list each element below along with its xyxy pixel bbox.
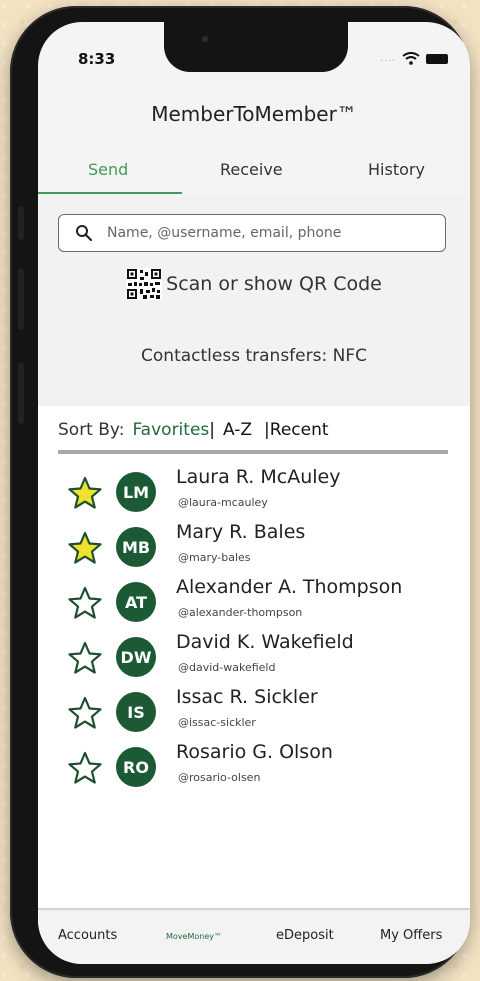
sort-recent[interactable]: Recent <box>270 420 329 440</box>
tab-bar: Send Receive History <box>38 150 470 196</box>
avatar: MB <box>116 527 156 567</box>
volume-down-button <box>18 362 24 424</box>
nav-my-offers[interactable]: My Offers <box>380 928 442 943</box>
contact-handle: @david-wakefield <box>178 661 276 674</box>
contact-name: Laura R. McAuley <box>176 466 341 488</box>
qr-code-icon <box>126 268 163 300</box>
sort-controls: Sort By: Favorites | A-Z | Recent <box>58 420 329 440</box>
camera <box>202 36 208 42</box>
favorite-star-icon[interactable] <box>68 531 102 565</box>
sort-az[interactable]: A-Z <box>223 420 252 440</box>
search-input[interactable] <box>105 224 429 242</box>
avatar: AT <box>116 582 156 622</box>
contact-row[interactable]: LM Laura R. McAuley @laura-mcauley <box>38 466 470 521</box>
contact-handle: @mary-bales <box>178 551 251 564</box>
contact-name: Rosario G. Olson <box>176 741 333 763</box>
app-title: MemberToMember™ <box>151 102 357 126</box>
avatar: RO <box>116 747 156 787</box>
status-indicators: .... <box>381 52 448 65</box>
tab-history[interactable]: History <box>368 160 425 179</box>
contact-row[interactable]: IS Issac R. Sickler @issac-sickler <box>38 686 470 741</box>
contact-name: David K. Wakefield <box>176 631 354 653</box>
contact-name: Alexander A. Thompson <box>176 576 403 598</box>
bottom-nav: Accounts MoveMoney™ eDeposit My Offers <box>38 908 470 964</box>
qr-code-label: Scan or show QR Code <box>166 273 382 295</box>
qr-code-button[interactable]: Scan or show QR Code <box>38 268 470 300</box>
phone-screen: 8:33 .... MemberToMember™ Send Receive H… <box>38 22 470 964</box>
sort-bar: Sort By: Favorites | A-Z | Recent <box>38 406 470 454</box>
status-time: 8:33 <box>78 50 116 68</box>
sort-by-label: Sort By: <box>58 420 125 440</box>
star-outline-icon[interactable] <box>68 641 102 675</box>
contact-row[interactable]: DW David K. Wakefield @david-wakefield <box>38 631 470 686</box>
nfc-button[interactable]: Contactless transfers: NFC <box>38 346 470 366</box>
star-outline-icon[interactable] <box>68 586 102 620</box>
nav-accounts[interactable]: Accounts <box>58 928 117 943</box>
sort-favorites[interactable]: Favorites <box>132 420 209 440</box>
active-tab-indicator <box>38 192 182 194</box>
contact-list: LM Laura R. McAuley @laura-mcauley MB Ma… <box>38 454 470 909</box>
avatar: LM <box>116 472 156 512</box>
avatar: DW <box>116 637 156 677</box>
contact-row[interactable]: MB Mary R. Bales @mary-bales <box>38 521 470 576</box>
contact-handle: @rosario-olsen <box>178 771 261 784</box>
signal-indicator: .... <box>380 53 396 64</box>
search-icon <box>76 225 93 242</box>
contact-handle: @alexander-thompson <box>178 606 303 619</box>
nav-edeposit[interactable]: eDeposit <box>276 928 334 943</box>
nav-movemoney[interactable]: MoveMoney™ <box>166 932 222 941</box>
wifi-icon <box>402 52 420 65</box>
send-options: Scan or show QR Code Contactless transfe… <box>38 196 470 406</box>
contact-handle: @issac-sickler <box>178 716 256 729</box>
battery-icon <box>426 53 448 64</box>
avatar: IS <box>116 692 156 732</box>
contact-row[interactable]: RO Rosario G. Olson @rosario-olsen <box>38 741 470 796</box>
search-box[interactable] <box>58 214 446 252</box>
contact-name: Issac R. Sickler <box>176 686 318 708</box>
star-outline-icon[interactable] <box>68 696 102 730</box>
mute-switch <box>18 206 24 240</box>
sort-separator: | <box>209 420 215 440</box>
star-outline-icon[interactable] <box>68 751 102 785</box>
volume-up-button <box>18 268 24 330</box>
tab-send[interactable]: Send <box>88 160 128 179</box>
tab-receive[interactable]: Receive <box>220 160 283 179</box>
contact-handle: @laura-mcauley <box>178 496 268 509</box>
notch <box>164 22 348 72</box>
contact-name: Mary R. Bales <box>176 521 306 543</box>
contact-row[interactable]: AT Alexander A. Thompson @alexander-thom… <box>38 576 470 631</box>
favorite-star-icon[interactable] <box>68 476 102 510</box>
